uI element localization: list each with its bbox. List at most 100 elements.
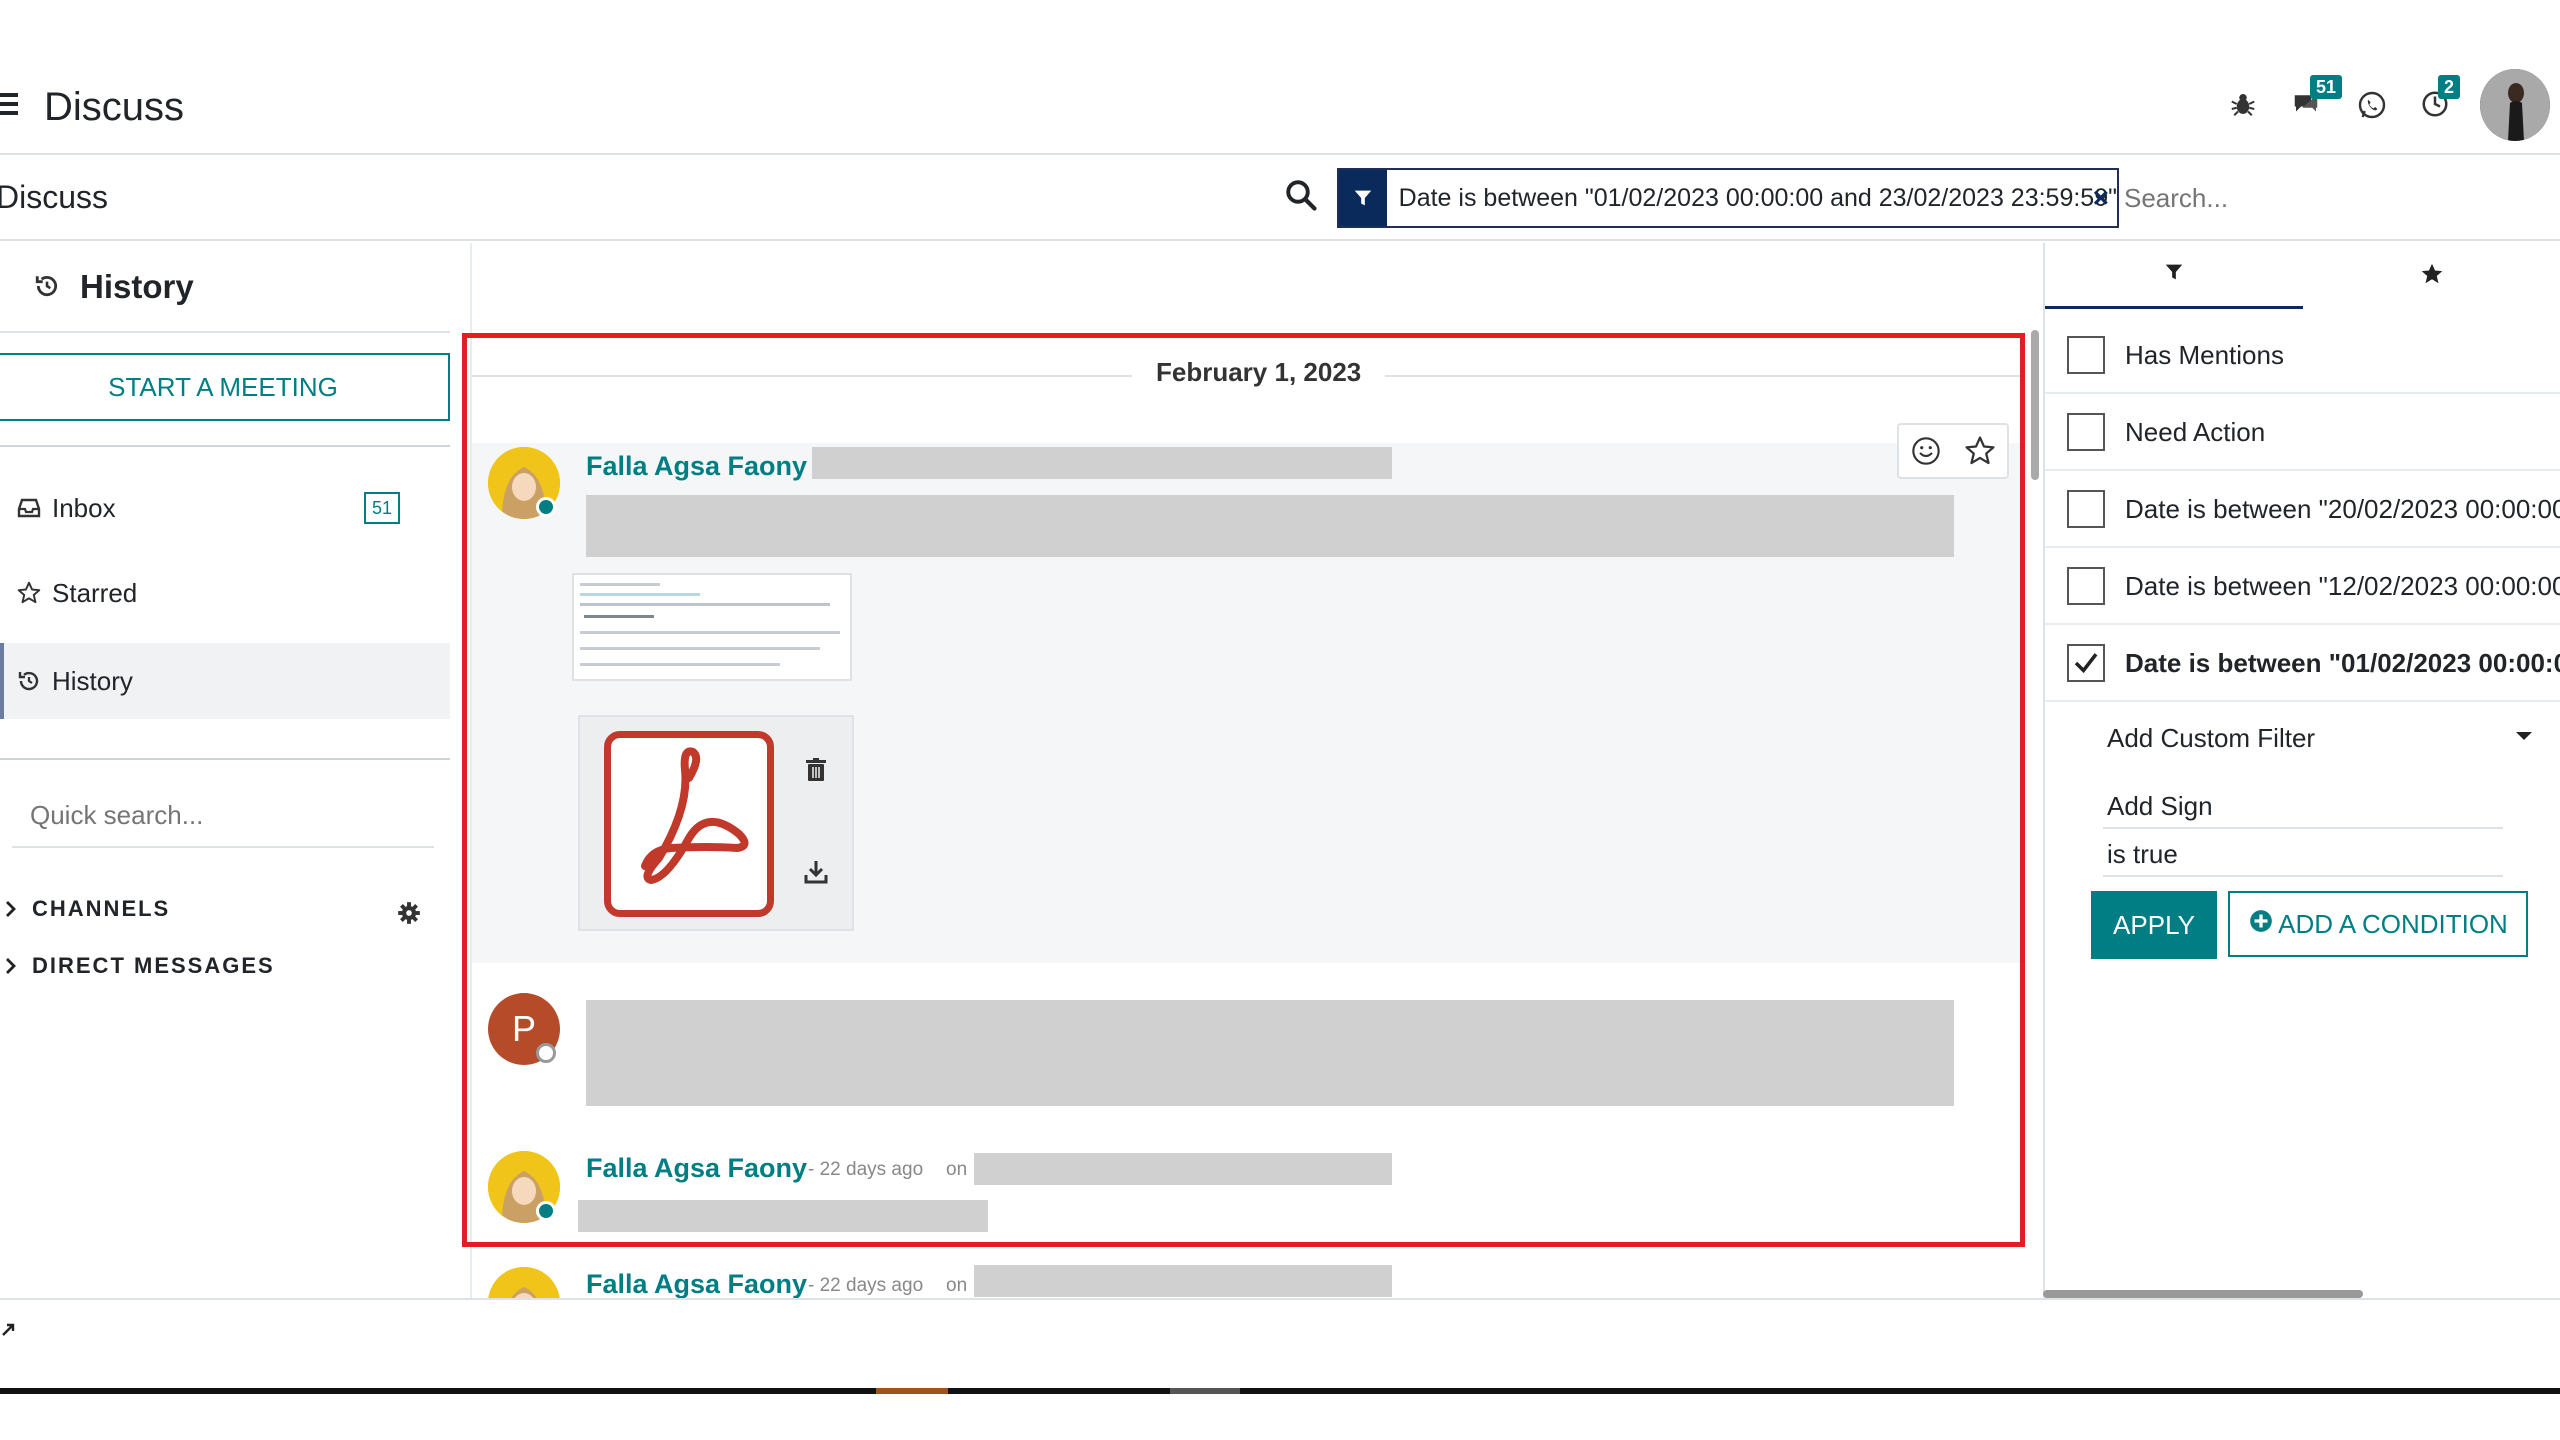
filter-label: Need Action: [2125, 416, 2266, 447]
control-panel: Discuss Date is between "01/02/2023 00:0…: [0, 155, 2560, 241]
bottom-bar: [0, 1298, 2560, 1388]
filter-need-action[interactable]: Need Action: [2045, 395, 2560, 471]
filter-panel-scrollbar[interactable]: [2043, 1290, 2363, 1298]
checkbox[interactable]: [2067, 413, 2105, 451]
gear-icon[interactable]: [396, 900, 422, 926]
discuss-sidebar: History START A MEETING Inbox 51 Starred…: [0, 243, 450, 1298]
search-icon[interactable]: [1283, 177, 1323, 217]
menu-icon[interactable]: [0, 93, 20, 115]
redacted-record-link: [974, 1265, 1392, 1297]
user-avatar[interactable]: [2480, 69, 2550, 141]
custom-filter-field-select[interactable]: Add Sign: [2103, 783, 2503, 829]
filter-label: Date is between "12/02/2023 00:00:00: [2125, 570, 2560, 601]
page-title: History: [80, 268, 194, 305]
custom-filter-operator-select[interactable]: is true: [2103, 831, 2503, 877]
redacted-message-body: [586, 495, 1954, 557]
message-author[interactable]: Falla Agsa Faony: [586, 451, 807, 482]
sidebar-item-inbox[interactable]: Inbox 51: [0, 470, 450, 546]
redacted-meta: [812, 447, 1392, 479]
category-label: CHANNELS: [32, 896, 171, 921]
activities-badge: 2: [2438, 75, 2461, 99]
filter-label: Date is between "20/02/2023 00:00:00: [2125, 493, 2560, 524]
image-attachment-thumbnail[interactable]: [572, 573, 852, 681]
filter-tabs: [2045, 243, 2560, 309]
message-time: - 22 days ago: [808, 1159, 924, 1180]
sidebar-item-label: Inbox: [52, 492, 116, 523]
filter-icon: [2163, 261, 2185, 288]
tab-filters[interactable]: [2045, 243, 2303, 309]
add-condition-button[interactable]: ADD A CONDITION: [2228, 891, 2528, 957]
filter-icon: [1339, 170, 1387, 226]
expand-icon[interactable]: [0, 1322, 20, 1342]
caret-down-icon[interactable]: [2515, 729, 2533, 743]
quick-search-input[interactable]: [12, 784, 434, 848]
search-input[interactable]: [2124, 171, 2544, 225]
category-direct-messages[interactable]: DIRECT MESSAGES: [0, 946, 275, 986]
debug-bug-icon[interactable]: [2228, 89, 2268, 129]
history-icon: [14, 666, 44, 696]
redacted-message-body: [586, 1000, 1954, 1106]
download-icon[interactable]: [804, 859, 832, 887]
filter-label: Date is between "01/02/2023 00:00:0: [2125, 647, 2560, 678]
history-icon: [34, 273, 62, 301]
date-separator: February 1, 2023: [1132, 357, 1386, 388]
activities-clock-icon[interactable]: 2: [2420, 75, 2461, 129]
message-actions: [1897, 423, 2009, 479]
plus-circle-icon: [2248, 908, 2274, 941]
author-initial: P: [511, 1008, 536, 1049]
add-reaction-smiley-icon[interactable]: [1908, 433, 1944, 469]
tab-favorites[interactable]: [2303, 243, 2560, 309]
offline-status-icon: [536, 1043, 556, 1063]
thread-scrollbar[interactable]: [2031, 330, 2039, 480]
filter-date-20-02[interactable]: Date is between "20/02/2023 00:00:00: [2045, 472, 2560, 548]
category-channels[interactable]: CHANNELS: [0, 889, 170, 929]
message-author[interactable]: Falla Agsa Faony: [586, 1153, 807, 1184]
online-status-icon: [536, 1201, 556, 1221]
pdf-file-icon[interactable]: [604, 731, 774, 917]
facet-label: Date is between "01/02/2023 00:00:00 and…: [1398, 183, 2117, 212]
message-thread[interactable]: February 1, 2023 Falla Agsa Faony P Fall…: [470, 243, 2025, 1298]
messages-badge: 51: [2310, 75, 2343, 99]
pdf-attachment: [578, 715, 854, 931]
app-title[interactable]: Discuss: [44, 85, 184, 130]
messages-icon[interactable]: 51: [2290, 75, 2343, 129]
sidebar-item-label: History: [52, 665, 133, 696]
redacted-message-body: [578, 1200, 988, 1232]
redacted-record-link: [974, 1153, 1392, 1185]
sidebar-item-history[interactable]: History: [0, 643, 450, 719]
trash-icon[interactable]: [804, 757, 832, 785]
systray: 51 2: [2200, 69, 2560, 143]
filter-panel: Has Mentions Need Action Date is between…: [2043, 243, 2560, 1298]
message-on: on: [946, 1159, 968, 1180]
checkbox[interactable]: [2067, 567, 2105, 605]
checkbox[interactable]: [2067, 490, 2105, 528]
chevron-right-icon: [0, 898, 22, 920]
checkbox-checked[interactable]: [2067, 644, 2105, 682]
category-label: DIRECT MESSAGES: [32, 953, 275, 978]
chevron-right-icon: [0, 955, 22, 977]
star-icon: [14, 578, 44, 608]
filter-has-mentions[interactable]: Has Mentions: [2045, 318, 2560, 394]
message-author[interactable]: Falla Agsa Faony: [586, 1269, 807, 1298]
filter-date-01-02[interactable]: Date is between "01/02/2023 00:00:0: [2045, 626, 2560, 702]
sidebar-header: History: [0, 243, 450, 333]
start-meeting-button[interactable]: START A MEETING: [0, 353, 450, 421]
filter-date-12-02[interactable]: Date is between "12/02/2023 00:00:00: [2045, 549, 2560, 625]
message-on: on: [946, 1275, 968, 1296]
apply-button[interactable]: APPLY: [2091, 891, 2217, 959]
whatsapp-icon[interactable]: [2356, 89, 2396, 129]
search-facet-date-filter[interactable]: Date is between "01/02/2023 00:00:00 and…: [1337, 168, 2119, 228]
inbox-icon: [14, 493, 44, 523]
author-avatar[interactable]: [488, 1267, 560, 1298]
check-icon: [2074, 653, 2098, 674]
sidebar-item-starred[interactable]: Starred: [0, 555, 450, 631]
breadcrumb[interactable]: Discuss: [0, 179, 108, 216]
star-icon[interactable]: [1962, 433, 1998, 469]
divider: [0, 445, 450, 447]
divider: [0, 758, 450, 760]
os-taskbar: [0, 1388, 2560, 1394]
checkbox[interactable]: [2067, 336, 2105, 374]
add-custom-filter-toggle[interactable]: Add Custom Filter: [2107, 723, 2315, 754]
facet-remove-icon[interactable]: ×: [2093, 182, 2109, 214]
message-time: - 22 days ago: [808, 1275, 924, 1296]
